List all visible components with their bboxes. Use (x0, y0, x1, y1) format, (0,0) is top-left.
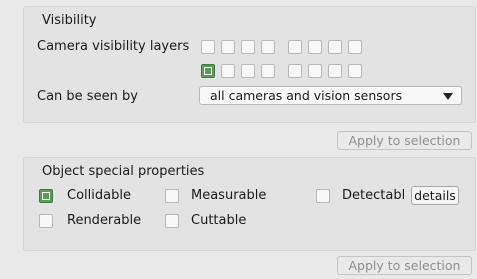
layer-checkbox-r2-2[interactable] (221, 64, 235, 78)
renderable-checkbox[interactable] (39, 214, 53, 228)
layer-checkbox-r1-1[interactable] (201, 40, 215, 54)
layer-checkbox-r2-4[interactable] (261, 64, 275, 78)
layer-checkbox-r1-2[interactable] (221, 40, 235, 54)
properties-apply-button[interactable]: Apply to selection (337, 256, 472, 275)
layer-checkbox-r1-5[interactable] (288, 40, 302, 54)
layer-checkbox-r2-3[interactable] (241, 64, 255, 78)
renderable-label: Renderable (67, 213, 142, 228)
layer-checkbox-r1-4[interactable] (261, 40, 275, 54)
collidable-checkbox[interactable] (39, 189, 53, 203)
measurable-checkbox[interactable] (165, 189, 179, 203)
cuttable-checkbox[interactable] (165, 214, 179, 228)
details-button[interactable]: details (411, 186, 459, 205)
seen-by-value: all cameras and vision sensors (210, 88, 403, 103)
layer-checkbox-r2-8[interactable] (348, 64, 362, 78)
detectable-checkbox[interactable] (316, 189, 330, 203)
camera-visibility-layers-label: Camera visibility layers (37, 39, 190, 54)
special-properties-group: Object special properties Collidable Mea… (23, 157, 476, 251)
layer-checkbox-r1-8[interactable] (348, 40, 362, 54)
layer-checkbox-r2-1[interactable] (201, 64, 215, 78)
chevron-down-icon (443, 93, 453, 100)
measurable-label: Measurable (191, 188, 267, 203)
cuttable-label: Cuttable (191, 213, 247, 228)
collidable-label: Collidable (67, 188, 131, 203)
can-be-seen-by-label: Can be seen by (37, 89, 138, 104)
visibility-title: Visibility (42, 13, 97, 28)
special-properties-title: Object special properties (42, 164, 205, 179)
layer-checkbox-r2-7[interactable] (328, 64, 342, 78)
visibility-group: Visibility Camera visibility layers Can … (23, 6, 476, 123)
visibility-apply-button[interactable]: Apply to selection (337, 131, 472, 150)
layer-checkbox-r2-5[interactable] (288, 64, 302, 78)
layer-checkbox-r1-7[interactable] (328, 40, 342, 54)
detectable-label: Detectabl (342, 188, 406, 203)
layer-checkbox-r1-6[interactable] (308, 40, 322, 54)
layer-checkbox-r1-3[interactable] (241, 40, 255, 54)
layer-checkbox-r2-6[interactable] (308, 64, 322, 78)
seen-by-dropdown[interactable]: all cameras and vision sensors (199, 86, 462, 105)
